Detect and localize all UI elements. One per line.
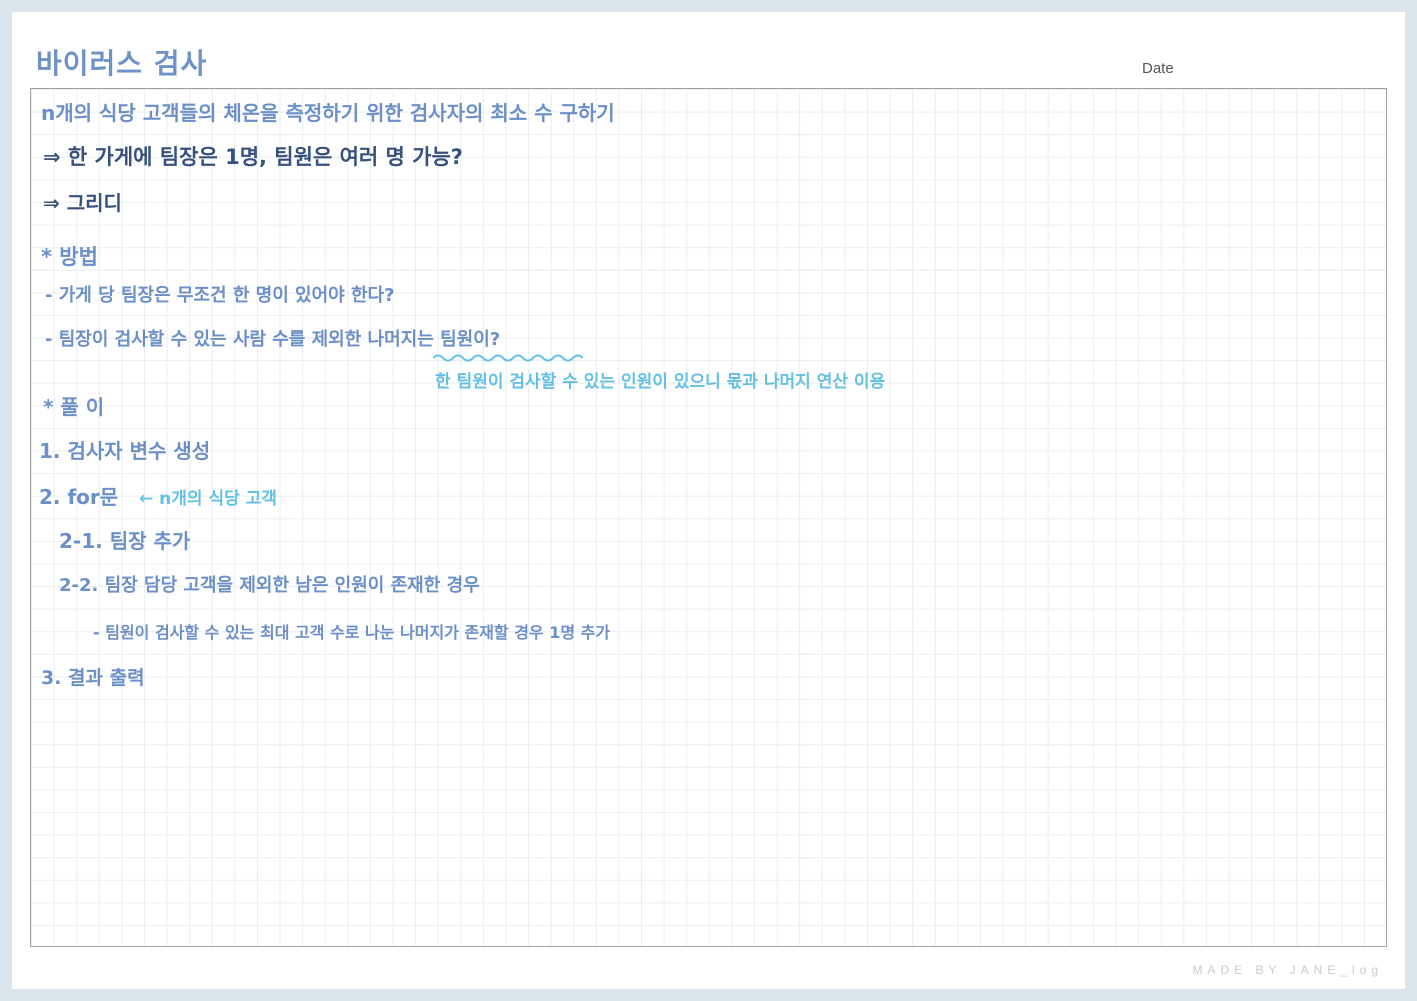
date-label: Date <box>1142 60 1174 77</box>
note-step-2-2-detail: - 팀원이 검사할 수 있는 최대 고객 수로 나눈 나머지가 존재할 경우 1… <box>93 623 611 642</box>
note-line-method-1: - 가게 당 팀장은 무조건 한 명이 있어야 한다? <box>45 285 395 306</box>
note-heading-solution: * 풀 이 <box>43 395 105 419</box>
note-line-greedy: ⇒ 그리디 <box>43 191 122 215</box>
note-step-2: 2. for문 <box>39 485 119 509</box>
note-heading-method: * 방법 <box>41 245 98 269</box>
note-line-question: ⇒ 한 가게에 팀장은 1명, 팀원은 여러 명 가능? <box>43 145 463 169</box>
note-step-3: 3. 결과 출력 <box>41 667 145 689</box>
note-step-2-2: 2-2. 팀장 담당 고객을 제외한 남은 인원이 존재한 경우 <box>59 575 480 596</box>
grid-paper: n개의 식당 고객들의 체온을 측정하기 위한 검사자의 최소 수 구하기 ⇒ … <box>30 88 1387 947</box>
note-step-1: 1. 검사자 변수 생성 <box>39 439 211 463</box>
note-line-problem: n개의 식당 고객들의 체온을 측정하기 위한 검사자의 최소 수 구하기 <box>41 101 615 125</box>
note-line-method-2: - 팀장이 검사할 수 있는 사람 수를 제외한 나머지는 팀원이? <box>45 329 501 350</box>
note-step-2-annotation: ← n개의 식당 고객 <box>139 489 277 509</box>
page-title: 바이러스 검사 <box>36 47 208 80</box>
footer-credit: MADE BY JANE_log <box>1192 963 1383 977</box>
note-line-annotation: 한 팀원이 검사할 수 있는 인원이 있으니 몫과 나머지 연산 이용 <box>435 372 886 392</box>
note-page: 바이러스 검사 Date n개의 식당 고객들의 체온을 측정하기 위한 검사자… <box>12 12 1405 989</box>
note-step-2-1: 2-1. 팀장 추가 <box>59 529 191 553</box>
squiggle-underline <box>433 354 583 362</box>
